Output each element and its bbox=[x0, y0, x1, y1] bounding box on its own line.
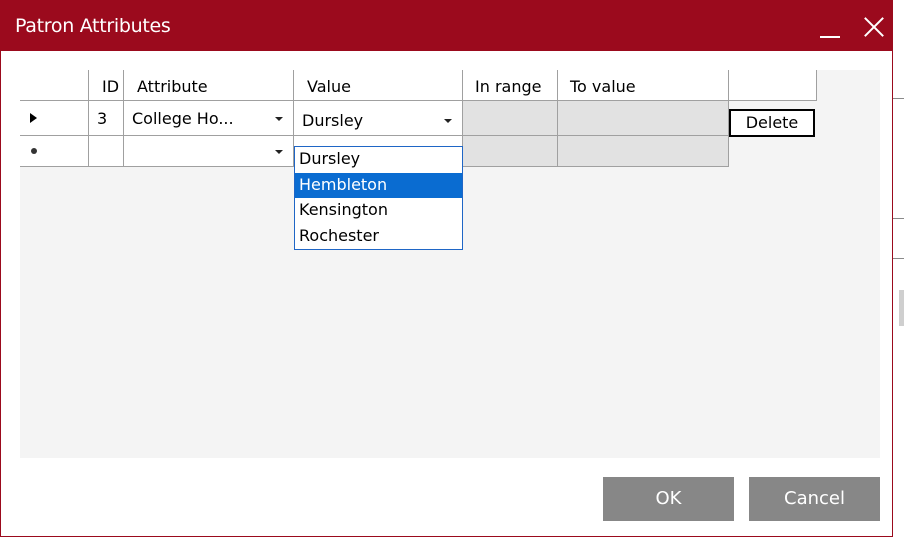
current-row-arrow-icon bbox=[30, 113, 37, 123]
column-header-in-range[interactable]: In range bbox=[463, 70, 558, 101]
dropdown-option[interactable]: Dursley bbox=[295, 147, 462, 173]
cell-id-value: 3 bbox=[97, 109, 108, 128]
cell-to-value bbox=[558, 101, 729, 136]
row-selector-new[interactable] bbox=[20, 136, 89, 167]
chevron-down-icon[interactable] bbox=[275, 117, 283, 121]
value-dropdown-list: Dursley Hembleton Kensington Rochester bbox=[294, 146, 463, 250]
column-header-label: Value bbox=[307, 77, 351, 96]
cell-id[interactable]: 3 bbox=[89, 101, 124, 136]
column-header-label: ID bbox=[102, 77, 120, 96]
dropdown-option[interactable]: Kensington bbox=[295, 198, 462, 224]
cell-attribute-combo[interactable]: College Ho... bbox=[124, 101, 294, 136]
value-text: Dursley bbox=[302, 111, 364, 130]
column-header-attribute[interactable]: Attribute bbox=[124, 70, 294, 101]
delete-row-button[interactable]: Delete bbox=[729, 109, 815, 137]
background-scrollbar bbox=[899, 290, 904, 326]
attributes-grid: ID Attribute Value In range To value 3 C… bbox=[20, 70, 880, 458]
dropdown-option[interactable]: Rochester bbox=[295, 224, 462, 250]
patron-attributes-dialog: Patron Attributes ID Attribute Value In … bbox=[0, 0, 893, 537]
minimize-button[interactable] bbox=[815, 11, 845, 41]
column-header-label: To value bbox=[570, 77, 636, 96]
chevron-down-icon[interactable] bbox=[444, 119, 452, 123]
attribute-value: College Ho... bbox=[132, 109, 234, 128]
new-row-icon bbox=[31, 148, 37, 154]
cancel-button[interactable]: Cancel bbox=[749, 477, 880, 521]
chevron-down-icon[interactable] bbox=[275, 150, 283, 154]
column-header-action bbox=[729, 70, 817, 101]
column-header-id[interactable]: ID bbox=[89, 70, 124, 101]
column-header-to-value[interactable]: To value bbox=[558, 70, 729, 101]
column-header-label: In range bbox=[475, 77, 542, 96]
dialog-title: Patron Attributes bbox=[15, 15, 171, 37]
row-selector[interactable] bbox=[20, 101, 89, 136]
close-button[interactable] bbox=[859, 11, 889, 41]
ok-button[interactable]: OK bbox=[603, 477, 734, 521]
background-divider bbox=[893, 258, 904, 259]
background-divider bbox=[893, 218, 904, 219]
cell-attribute-combo[interactable] bbox=[124, 136, 294, 167]
row-header-corner bbox=[20, 70, 89, 101]
cell-to-value bbox=[558, 136, 729, 167]
column-header-label: Attribute bbox=[137, 77, 208, 96]
cell-in-range bbox=[463, 101, 558, 136]
cell-in-range bbox=[463, 136, 558, 167]
dropdown-option-highlighted[interactable]: Hembleton bbox=[295, 172, 462, 198]
title-bar: Patron Attributes bbox=[1, 1, 892, 51]
background-divider bbox=[893, 98, 904, 99]
column-header-value[interactable]: Value bbox=[294, 70, 463, 101]
cell-id[interactable] bbox=[89, 136, 124, 167]
cell-value-combo[interactable]: Dursley bbox=[294, 101, 463, 136]
